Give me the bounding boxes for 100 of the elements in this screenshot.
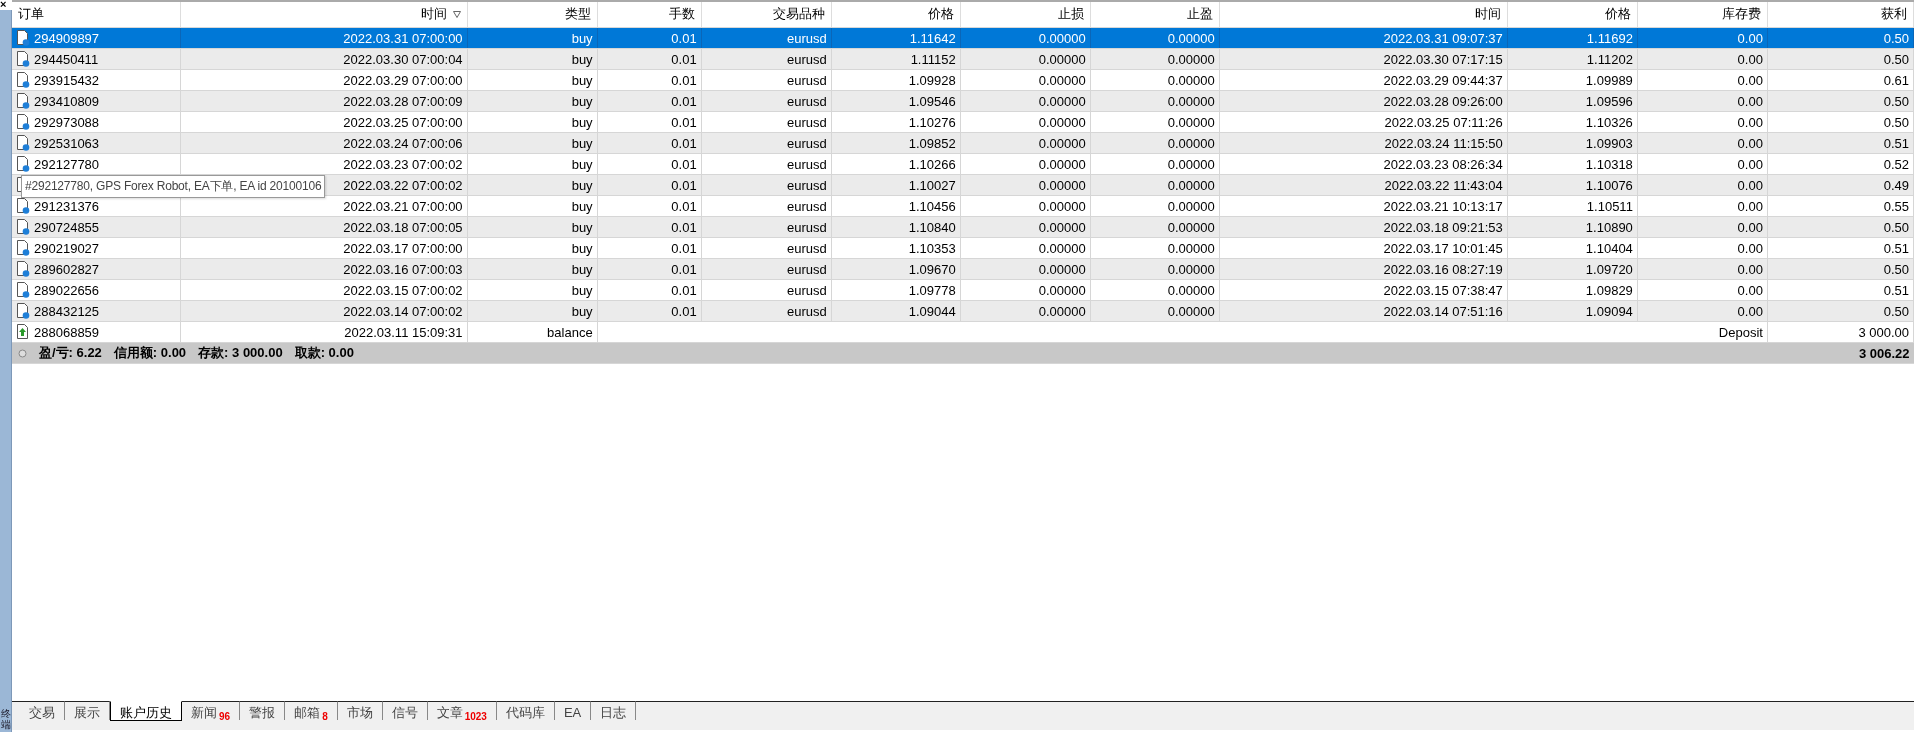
- column-header[interactable]: 价格: [831, 2, 961, 28]
- table-cell: buy: [467, 195, 598, 217]
- table-cell: 2022.03.16 08:27:19: [1219, 258, 1508, 280]
- table-cell: 2022.03.28 07:00:09: [180, 90, 468, 112]
- table-row[interactable]: 289022656 2022.03.15 07:00:02 buy 0.01 eurusd 1.09778 0.00000 0.00000 2022.03.15 07:38:47 1.09829 0.00 0.51: [12, 279, 1914, 301]
- table-row[interactable]: 292531063 2022.03.24 07:00:06 buy 0.01 eurusd 1.09852 0.00000 0.00000 2022.03.24 11:15:50 1.09903 0.00 0.51: [12, 132, 1914, 154]
- column-header[interactable]: 手数: [597, 2, 702, 28]
- tab[interactable]: 信号: [382, 701, 428, 720]
- table-cell: buy: [467, 216, 598, 238]
- table-row[interactable]: 288432125 2022.03.14 07:00:02 buy 0.01 eurusd 1.09044 0.00000 0.00000 2022.03.14 07:51:16 1.09094 0.00 0.50: [12, 300, 1914, 322]
- document-icon: [16, 93, 30, 110]
- column-header[interactable]: 价格: [1507, 2, 1638, 28]
- table-cell: 0.00000: [960, 279, 1091, 301]
- table-cell: buy: [467, 27, 598, 49]
- column-header[interactable]: 库存费: [1637, 2, 1768, 28]
- table-cell: 0.01: [597, 111, 702, 133]
- order-number: 292127780: [34, 156, 100, 172]
- table-cell: 2022.03.31 09:07:37: [1219, 27, 1508, 49]
- table-cell: 1.10456: [831, 195, 961, 217]
- table-cell: 1.09903: [1507, 132, 1638, 154]
- table-cell: 1.09044: [831, 300, 961, 322]
- tab[interactable]: 交易: [20, 701, 65, 720]
- table-cell: 0.00000: [1090, 300, 1220, 322]
- table-cell: 2022.03.22 11:43:04: [1219, 174, 1508, 196]
- table-cell: 0.49: [1767, 174, 1914, 196]
- table-row[interactable]: 293915432 2022.03.29 07:00:00 buy 0.01 eurusd 1.09928 0.00000 0.00000 2022.03.29 09:44:37 1.09989 0.00 0.61: [12, 69, 1914, 91]
- table-cell: 0.00000: [1090, 237, 1220, 259]
- document-icon: [16, 135, 30, 152]
- tab[interactable]: EA: [554, 701, 592, 720]
- column-header[interactable]: 订单: [12, 2, 181, 28]
- table-row[interactable]: 289602827 2022.03.16 07:00:03 buy 0.01 eurusd 1.09670 0.00000 0.00000 2022.03.16 08:27:19 1.09720 0.00 0.50: [12, 258, 1914, 280]
- tab[interactable]: 日志: [591, 701, 637, 720]
- table-cell: 2022.03.17 10:01:45: [1219, 237, 1508, 259]
- table-cell: 1.11202: [1507, 48, 1638, 70]
- table-cell: 0.00: [1637, 48, 1768, 70]
- count-label: 96: [219, 711, 231, 722]
- tab[interactable]: 邮箱$_{8}$: [285, 701, 338, 720]
- table-cell: 2022.03.29 07:00:00: [180, 69, 468, 91]
- table-cell: buy: [467, 258, 598, 280]
- table-cell: buy: [467, 90, 598, 112]
- table-cell: 0.00000: [1090, 69, 1220, 91]
- table-cell: 2022.03.11 15:09:31: [180, 321, 468, 343]
- tab[interactable]: 新闻$_{96}$: [182, 701, 241, 720]
- column-header[interactable]: 时间: [1219, 2, 1508, 28]
- table-cell: 2022.03.29 09:44:37: [1219, 69, 1508, 91]
- table-cell: buy: [467, 48, 598, 70]
- column-header[interactable]: 交易品种: [701, 2, 832, 28]
- table-cell: eurusd: [701, 27, 832, 49]
- table-row[interactable]: 292127780 2022.03.23 07:00:02 buy 0.01 eurusd 1.10266 0.00000 0.00000 2022.03.23 08:26:34 1.10318 0.00 0.52: [12, 153, 1914, 175]
- table-row[interactable]: 294909897 2022.03.31 07:00:00 buy 0.01 eurusd 1.11642 0.00000 0.00000 2022.03.31 09:07:37 1.11692 0.00 0.50: [12, 27, 1914, 49]
- table-cell: buy: [467, 111, 598, 133]
- table-cell: 0.51: [1767, 132, 1914, 154]
- table-row[interactable]: 288068859 2022.03.11 15:09:31 balance Deposit 3 000.00: [12, 321, 1914, 343]
- table-cell: buy: [467, 300, 598, 322]
- tab[interactable]: 文章$_{1023}$: [427, 701, 497, 720]
- table-cell: 1.10840: [831, 216, 961, 238]
- table-cell: 3 000.00: [1767, 321, 1914, 343]
- order-number: 294909897: [34, 30, 100, 46]
- table-cell: Deposit: [1637, 321, 1768, 343]
- order-number: 293915432: [34, 72, 100, 88]
- tab[interactable]: 警报: [240, 701, 286, 720]
- table-row[interactable]: 294450411 2022.03.30 07:00:04 buy 0.01 eurusd 1.11152 0.00000 0.00000 2022.03.30 07:17:15 1.11202 0.00 0.50: [12, 48, 1914, 70]
- column-header[interactable]: 时间: [180, 2, 468, 28]
- table-cell: buy: [467, 132, 598, 154]
- table-row[interactable]: 290724855 2022.03.18 07:00:05 buy 0.01 eurusd 1.10840 0.00000 0.00000 2022.03.18 09:21:53 1.10890 0.00 0.50: [12, 216, 1914, 238]
- table-cell: 0.51: [1767, 237, 1914, 259]
- table-cell: 1.09928: [831, 69, 961, 91]
- table-cell: 0.52: [1767, 153, 1914, 175]
- table-cell: 0.50: [1767, 90, 1914, 112]
- table-cell: 1.10318: [1507, 153, 1638, 175]
- tab[interactable]: 代码库: [496, 701, 555, 720]
- column-header[interactable]: 获利: [1767, 2, 1914, 28]
- table-cell: eurusd: [701, 174, 832, 196]
- table-row[interactable]: 293410809 2022.03.28 07:00:09 buy 0.01 eurusd 1.09546 0.00000 0.00000 2022.03.28 09:26:00 1.09596 0.00 0.50: [12, 90, 1914, 112]
- panel-label: 终端: [0, 708, 11, 730]
- tab[interactable]: 账户历史: [110, 701, 182, 721]
- order-number: 294450411: [34, 51, 99, 67]
- document-icon: [16, 219, 30, 236]
- table-cell: 0.01: [597, 174, 702, 196]
- table-cell: 0.00: [1637, 69, 1768, 91]
- tab[interactable]: 市场: [337, 701, 383, 720]
- table-cell: 0.50: [1767, 216, 1914, 238]
- column-header[interactable]: 止损: [960, 2, 1091, 28]
- table-cell: 0.00000: [960, 300, 1091, 322]
- table-cell: 0.00000: [960, 48, 1091, 70]
- table-cell: 0.00: [1637, 237, 1768, 259]
- table-cell: 2022.03.30 07:00:04: [180, 48, 468, 70]
- table-cell: 2022.03.23 08:26:34: [1219, 153, 1508, 175]
- order-number: 289602827: [34, 261, 100, 277]
- table-cell: 2022.03.25 07:11:26: [1219, 111, 1508, 133]
- table-row[interactable]: 290219027 2022.03.17 07:00:00 buy 0.01 eurusd 1.10353 0.00000 0.00000 2022.03.17 10:01:45 1.10404 0.00 0.51: [12, 237, 1914, 259]
- column-header[interactable]: 类型: [467, 2, 598, 28]
- table-cell: 0.01: [597, 195, 702, 217]
- table-cell: 2022.03.15 07:00:02: [180, 279, 468, 301]
- table-cell: 2022.03.14 07:51:16: [1219, 300, 1508, 322]
- table-row[interactable]: 292973088 2022.03.25 07:00:00 buy 0.01 eurusd 1.10276 0.00000 0.00000 2022.03.25 07:11:26 1.10326 0.00 0.50: [12, 111, 1914, 133]
- table-cell: 1.09829: [1507, 279, 1638, 301]
- table-cell: eurusd: [701, 237, 832, 259]
- column-header[interactable]: 止盈: [1090, 2, 1220, 28]
- table-cell: 0.50: [1767, 27, 1914, 49]
